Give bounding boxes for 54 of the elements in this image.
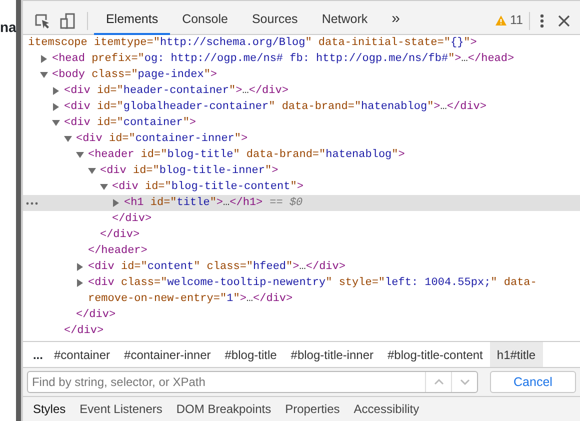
dom-node-code[interactable]: <div class="welcome-tooltip-newentry" style="left: 1004.55px;" data-remove-on-new-entry="1">…</div> bbox=[88, 275, 576, 307]
breadcrumb-item[interactable]: #blog-title-content bbox=[380, 342, 490, 367]
expanded-triangle-icon[interactable] bbox=[76, 151, 84, 159]
dom-node-code[interactable]: <div id="header-container">…</div> bbox=[64, 83, 288, 99]
collapsed-triangle-icon[interactable] bbox=[40, 55, 48, 63]
dom-node-code[interactable]: itemscope itemtype="http://schema.org/Blog" data-initial-state="{}"> bbox=[28, 35, 477, 51]
devtools-tab[interactable]: Network bbox=[310, 6, 380, 34]
breadcrumb-item[interactable]: h1#title bbox=[490, 342, 543, 367]
dom-node-code[interactable]: <div id="content" class="hfeed">…</div> bbox=[88, 259, 346, 275]
closing-tag: </div> bbox=[76, 309, 116, 321]
breadcrumb-item[interactable]: #container-inner bbox=[117, 342, 218, 367]
collapsed-triangle-icon[interactable] bbox=[52, 103, 60, 111]
dom-node-code[interactable]: <div id="blog-title-content"> bbox=[112, 179, 304, 195]
breadcrumb-item[interactable]: #blog-title bbox=[218, 342, 284, 367]
more-tabs-button[interactable]: » bbox=[380, 6, 412, 34]
search-field[interactable]: Find by string, selector, or XPath bbox=[28, 372, 425, 392]
dom-node-code[interactable]: <div id="container-inner"> bbox=[76, 131, 248, 147]
sidebar-tab[interactable]: Properties bbox=[279, 397, 346, 421]
cancel-button[interactable]: Cancel bbox=[490, 371, 576, 393]
devtools-tab[interactable]: Console bbox=[170, 6, 240, 34]
dom-node-code[interactable]: <header id="blog-title" data-brand="hatenablog"> bbox=[88, 147, 405, 163]
dom-node-code[interactable]: <div id="blog-title-inner"> bbox=[100, 163, 278, 179]
devtools-tab[interactable]: Elements bbox=[94, 6, 170, 34]
dom-node-code[interactable]: <div id="globalheader-container" data-brand="hatenablog">…</div> bbox=[64, 99, 486, 115]
collapsed-triangle-icon[interactable] bbox=[52, 87, 60, 95]
devtools-tab[interactable]: Sources bbox=[240, 6, 310, 34]
closing-tag: </div> bbox=[64, 325, 104, 337]
more-icon[interactable] bbox=[26, 202, 38, 205]
closing-tag: </div> bbox=[100, 229, 140, 241]
dom-node-code[interactable]: <body class="page-index"> bbox=[52, 67, 218, 83]
breadcrumb-item[interactable]: #container bbox=[46, 342, 118, 367]
collapsed-triangle-icon[interactable] bbox=[76, 263, 84, 271]
sidebar-tab[interactable]: DOM Breakpoints bbox=[170, 397, 278, 421]
closing-tag: </div> bbox=[112, 213, 152, 225]
breadcrumb-overflow[interactable]: ... bbox=[28, 346, 47, 364]
collapsed-triangle-icon[interactable] bbox=[112, 199, 120, 207]
warning-count[interactable]: 11 bbox=[510, 11, 523, 30]
breadcrumb-item[interactable]: #blog-title-inner bbox=[284, 342, 380, 367]
sidebar-tab[interactable]: Styles bbox=[26, 397, 72, 421]
sidebar-tab[interactable]: Event Listeners bbox=[74, 397, 168, 421]
collapsed-triangle-icon[interactable] bbox=[76, 279, 84, 287]
dom-node-code[interactable]: <div id="container"> bbox=[64, 115, 196, 131]
expanded-triangle-icon[interactable] bbox=[100, 183, 108, 191]
expanded-triangle-icon[interactable] bbox=[64, 135, 72, 143]
dom-node-code[interactable]: <h1 id="title">…</h1> bbox=[124, 195, 263, 211]
dom-node-code[interactable]: <head prefix="og: http://ogp.me/ns# fb: http://ogp.me/ns/fb#">…</head> bbox=[52, 51, 514, 67]
expanded-triangle-icon[interactable] bbox=[40, 71, 48, 79]
selected-node-marker: == $0 bbox=[270, 196, 303, 211]
expanded-triangle-icon[interactable] bbox=[88, 167, 96, 175]
expanded-triangle-icon[interactable] bbox=[52, 119, 60, 127]
sidebar-tab[interactable]: Accessibility bbox=[348, 397, 426, 421]
closing-tag: </header> bbox=[88, 245, 148, 257]
page-text-fragment: na bbox=[0, 18, 16, 36]
search-box[interactable]: Find by string, selector, or XPath bbox=[26, 371, 478, 393]
